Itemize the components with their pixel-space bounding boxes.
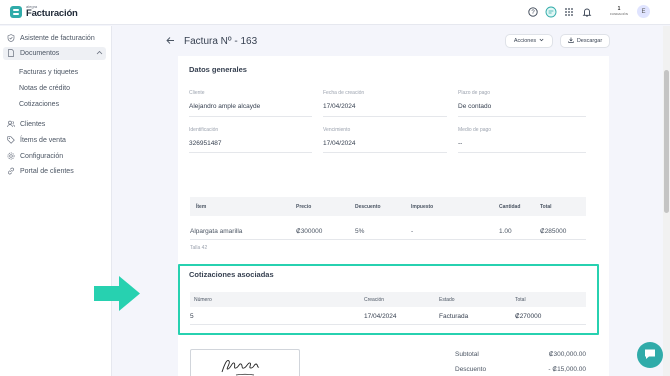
help-icon[interactable]: ? (527, 6, 539, 18)
field-divider (458, 152, 586, 153)
chat-bubble-icon[interactable] (545, 6, 557, 18)
items-header-item: Ítem (196, 204, 207, 210)
due-date-value: 17/04/2024 (323, 140, 356, 147)
sidebar-sub-credit-notes[interactable]: Notas de crédito (19, 85, 70, 92)
field-divider (323, 116, 447, 117)
chevron-down-icon (539, 38, 544, 44)
items-cell-item: Alpargata amarilla (190, 228, 243, 235)
items-table-header (190, 197, 586, 216)
payment-method-label: Medio de pago (458, 127, 492, 133)
items-header-total: Total (540, 204, 552, 210)
sidebar-item-label: Portal de clientes (20, 167, 74, 175)
bell-icon[interactable] (581, 6, 593, 18)
sidebar-item-assistant[interactable]: Asistente de facturación (7, 34, 95, 42)
signature-icon (221, 360, 260, 376)
actions-label: Acciones (513, 38, 537, 44)
identification-label: Identificación (189, 127, 219, 133)
quote-created: 17/04/2024 (364, 313, 397, 320)
sidebar-item-label: Clientes (20, 120, 46, 128)
quote-status: Facturada (439, 313, 469, 320)
sidebar-item-portal[interactable]: Portal de clientes (7, 167, 74, 175)
items-header-quantity: Cantidad (499, 204, 521, 210)
sidebar-sub-quotes[interactable]: Cotizaciones (19, 101, 59, 108)
sidebar-item-label: Documentos (20, 49, 60, 57)
item-note: Talla 42 (190, 245, 208, 251)
link-icon (7, 167, 15, 175)
quotes-header-status: Estado (439, 297, 455, 303)
document-icon (7, 49, 15, 57)
items-header-tax: Impuesto (411, 204, 434, 210)
client-value: Alejandro ample alcayde (189, 103, 261, 110)
company-logo[interactable]: 1 FUNDACIÓN (603, 6, 635, 18)
items-cell-total: ₡285000 (540, 228, 567, 235)
field-divider (189, 152, 312, 153)
sidebar-item-label: Ítems de venta (20, 136, 66, 144)
items-header-price: Precio (296, 204, 312, 210)
gear-icon (7, 152, 15, 160)
sidebar-sub-invoices[interactable]: Facturas y tiquetes (19, 69, 78, 76)
svg-text:?: ? (531, 10, 535, 16)
quotes-title: Cotizaciones asociadas (189, 270, 274, 279)
sidebar-item-label: Asistente de facturación (20, 34, 95, 42)
chat-icon (643, 347, 657, 363)
tag-icon (7, 136, 15, 144)
items-cell-tax: - (411, 228, 414, 235)
sidebar-item-documents[interactable]: Documentos (7, 49, 59, 57)
field-divider (458, 116, 586, 117)
download-label: Descargar (576, 38, 603, 44)
sidebar-item-label: Configuración (20, 152, 64, 160)
back-arrow-icon[interactable] (166, 36, 175, 47)
items-header-discount: Descuento (355, 204, 381, 210)
shield-check-icon (7, 34, 15, 42)
discount-value: - ₡15,000.00 (548, 366, 586, 373)
payment-method-value: -- (458, 140, 463, 147)
subtotal-label: Subtotal (455, 351, 479, 358)
chat-button[interactable] (637, 342, 663, 368)
quotes-row-divider (190, 324, 586, 325)
quotes-header-created: Creación (364, 297, 385, 303)
quotes-header-total: Total (515, 297, 526, 303)
signature-image (190, 349, 300, 376)
items-cell-price: ₡300000 (296, 228, 323, 235)
quotes-header-number: Número (194, 297, 212, 303)
chevron-up-icon[interactable] (96, 50, 103, 57)
top-bar: alegra Facturación ? 1 FUNDACIÓN E (0, 0, 670, 25)
sidebar: Asistente de facturación Documentos Fact… (0, 26, 112, 376)
highlight-arrow-icon (94, 276, 140, 313)
general-data-title: Datos generales (189, 65, 247, 74)
items-cell-discount: 5% (355, 228, 365, 235)
creation-date-label: Fecha de creación (323, 90, 365, 96)
quote-number[interactable]: 5 (190, 313, 194, 320)
field-divider (323, 152, 447, 153)
brand-name: Facturación (26, 8, 78, 19)
payment-term-value: De contado (458, 103, 492, 110)
creation-date-value: 17/04/2024 (323, 103, 356, 110)
page-title: Factura Nº - 163 (184, 36, 258, 47)
actions-button[interactable]: Acciones (505, 34, 553, 48)
quotes-table-header (190, 292, 586, 307)
company-name: FUNDACIÓN (610, 11, 628, 16)
discount-label: Descuento (455, 366, 487, 373)
download-icon (568, 37, 574, 45)
sidebar-item-settings[interactable]: Configuración (7, 152, 63, 160)
items-row-divider (190, 239, 586, 240)
quote-total: ₡270000 (515, 313, 542, 320)
avatar[interactable]: E (637, 5, 650, 18)
users-icon (7, 120, 15, 128)
apps-grid-icon[interactable] (563, 6, 575, 18)
sidebar-item-items[interactable]: Ítems de venta (7, 136, 66, 144)
field-divider (189, 116, 312, 117)
items-cell-quantity: 1.00 (499, 228, 512, 235)
brand-logo[interactable]: alegra Facturación (10, 5, 78, 19)
client-label: Cliente (189, 90, 205, 96)
sidebar-item-clients[interactable]: Clientes (7, 120, 45, 128)
logo-icon (10, 5, 22, 18)
identification-value: 326951487 (189, 140, 222, 147)
subtotal-value: ₡300,000.00 (548, 351, 586, 358)
due-date-label: Vencimiento (323, 127, 351, 133)
download-button[interactable]: Descargar (560, 34, 610, 48)
payment-term-label: Plazo de pago (458, 90, 490, 96)
scrollbar-thumb[interactable] (664, 70, 669, 213)
